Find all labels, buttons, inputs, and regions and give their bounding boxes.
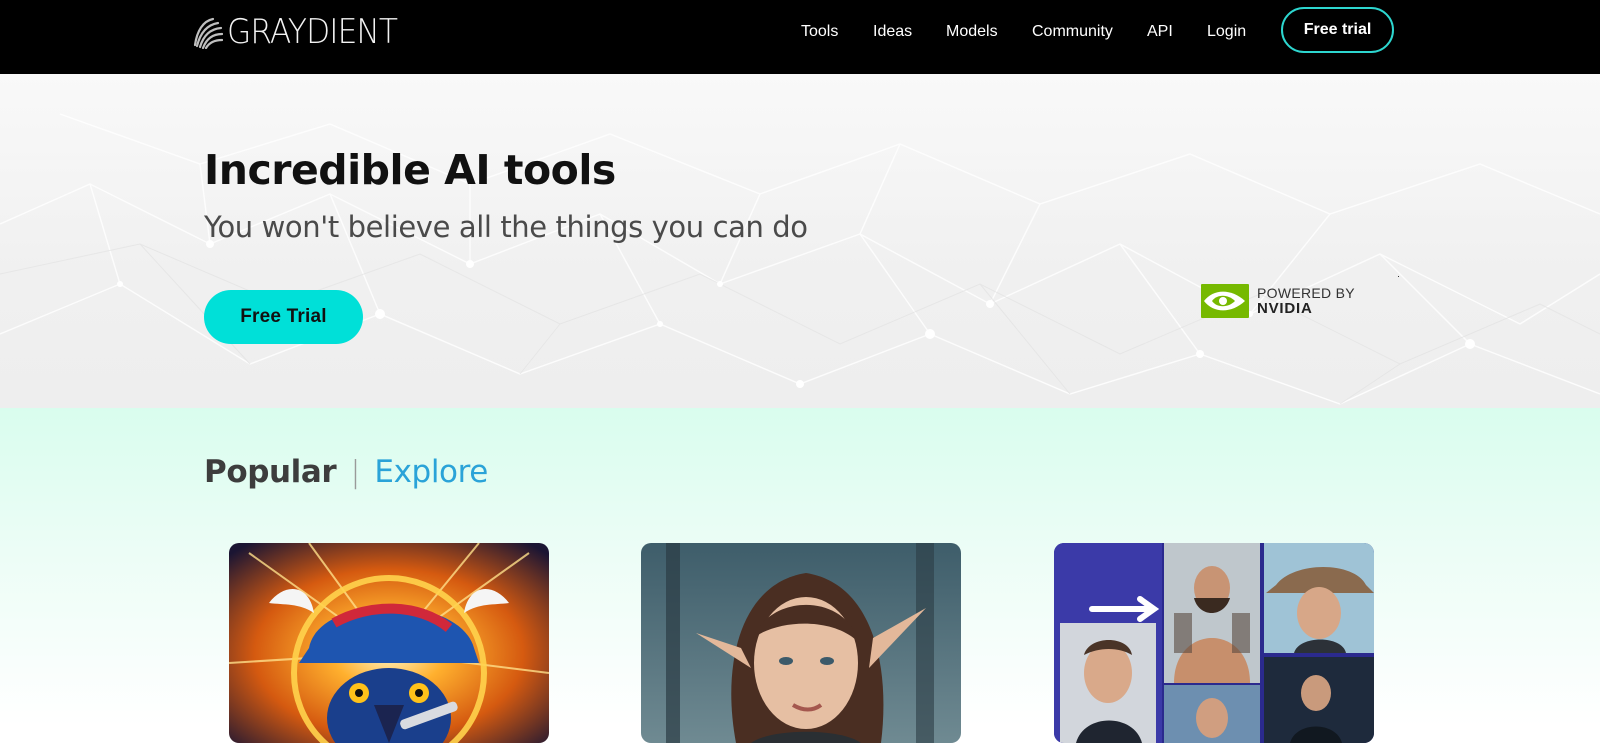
graydient-logo[interactable]: GRAYDIENT [191,14,412,50]
nvidia-text: POWERED BY NVIDIA [1257,285,1355,317]
tab-popular[interactable]: Popular [204,454,337,490]
photo-transformation-collage-card[interactable] [1054,543,1374,743]
free-trial-nav-button[interactable]: Free trial [1281,7,1394,53]
brand-name: GRAYDIENT [227,12,398,52]
tab-explore[interactable]: Explore [374,454,488,490]
photo-transformation-collage-image [1054,543,1374,743]
nav-models[interactable]: Models [946,21,998,43]
nav-ideas[interactable]: Ideas [873,21,912,43]
hero-title: Incredible AI tools [204,146,616,194]
shell-fan-logo-icon [193,17,223,49]
decorative-dot [1398,276,1399,277]
elf-portrait-image [641,543,961,743]
nav-tools[interactable]: Tools [801,21,838,43]
nvidia-eye-icon [1201,284,1249,318]
elf-portrait-card[interactable] [641,543,961,743]
pirate-parrot-card[interactable] [229,543,549,743]
nav-login[interactable]: Login [1207,21,1246,43]
powered-by-label: POWERED BY [1257,285,1355,301]
free-trial-hero-button[interactable]: Free Trial [204,290,363,344]
top-navigation-bar: GRAYDIENT Tools Ideas Models Community A… [0,0,1600,74]
pirate-parrot-image [229,543,549,743]
gallery-tabs: Popular | Explore [204,454,488,490]
hero-section: Incredible AI tools You won't believe al… [0,74,1600,408]
hero-subtitle: You won't believe all the things you can… [204,210,808,244]
nav-api[interactable]: API [1147,21,1173,43]
nav-community[interactable]: Community [1032,21,1113,43]
powered-by-nvidia-badge: POWERED BY NVIDIA [1201,284,1355,318]
tab-separator: | [350,455,361,490]
nvidia-label: NVIDIA [1257,300,1313,317]
